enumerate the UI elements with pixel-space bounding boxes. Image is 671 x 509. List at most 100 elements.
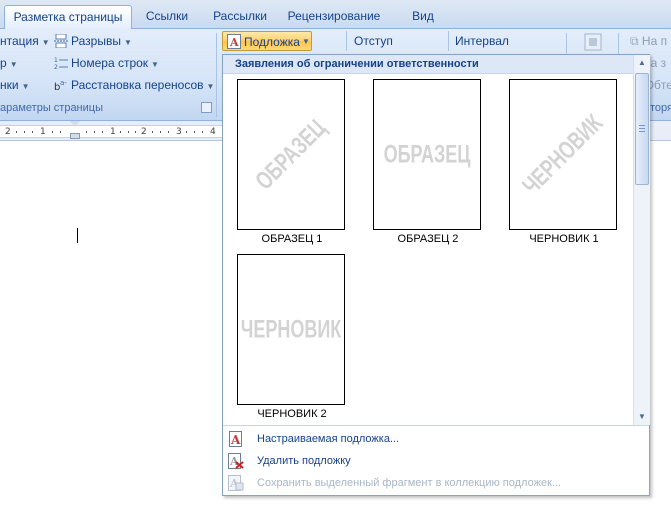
columns-button[interactable]: нки ▼: [0, 76, 30, 94]
ruler-tick: [186, 131, 187, 133]
page-thumbnail: ЧЕРНОВИК: [509, 79, 617, 230]
hyphenation-button[interactable]: b a- Расстановка переносов ▼: [54, 76, 214, 94]
bring-forward-button[interactable]: ⧉ На п: [630, 32, 667, 50]
menu-separator: [223, 425, 649, 426]
scroll-up-icon[interactable]: ▲: [634, 55, 650, 71]
watermark-text: ЧЕРНОВИК: [517, 108, 609, 200]
breaks-button[interactable]: Разрывы ▼: [54, 32, 132, 50]
ruler-tick: [52, 131, 53, 133]
page-thumbnail: ОБРАЗЕЦ: [373, 79, 481, 230]
gallery-scrollbar[interactable]: ▲ ▼: [633, 55, 650, 425]
line-numbers-label: Номера строк: [71, 56, 149, 70]
watermark-button-label: Подложка: [244, 35, 300, 49]
chevron-down-icon: ▼: [123, 38, 132, 47]
left-indent-marker[interactable]: [70, 133, 80, 139]
group-divider: [216, 33, 217, 117]
tab-page-layout[interactable]: Разметка страницы: [4, 5, 132, 29]
save-selection-label: Сохранить выделенный фрагмент в коллекци…: [257, 477, 562, 489]
watermark-gallery-dropdown: Заявления об ограничении ответственности…: [222, 54, 650, 496]
chevron-down-icon: ▼: [41, 38, 50, 47]
tab-mailings[interactable]: Рассылки: [206, 5, 274, 28]
ruler-tick: [94, 131, 95, 133]
line-numbers-button[interactable]: 1 2 Номера строк ▼: [54, 54, 159, 72]
watermark-option-label: ОБРАЗЕЦ 1: [261, 233, 323, 245]
indent-label: Отступ: [354, 34, 393, 48]
svg-text:a-: a-: [60, 79, 67, 87]
gallery-header: Заявления об ограничении ответственности: [223, 55, 633, 74]
chevron-down-icon: ▼: [9, 60, 18, 69]
ruler-tick: [16, 131, 17, 133]
group-divider: [346, 31, 347, 51]
svg-text:A: A: [229, 36, 239, 49]
page-setup-group-label: араметры страницы: [0, 102, 103, 114]
size-button[interactable]: р ▼: [0, 54, 18, 72]
grip-line: [639, 131, 645, 132]
ruler-tick: [194, 131, 195, 133]
arrange-group-label: торя: [650, 102, 671, 114]
watermark-text: ОБРАЗЕЦ: [250, 113, 332, 195]
watermark-icon: A: [227, 34, 241, 49]
watermark-option-label: ОБРАЗЕЦ 2: [397, 233, 459, 245]
ruler-number: 2: [141, 127, 147, 137]
ruler-track: 2 1 1 2 3 4: [0, 125, 222, 138]
custom-watermark-item[interactable]: A Настраиваемая подложка...: [223, 428, 649, 450]
spacing-label: Интервал: [455, 34, 509, 48]
scroll-down-icon[interactable]: ▼: [634, 409, 650, 425]
ruler-number: 3: [176, 127, 182, 137]
ruler-number: 1: [40, 127, 46, 137]
custom-watermark-icon: A: [229, 431, 242, 447]
ruler-tick: [168, 131, 169, 133]
save-to-gallery-icon: A: [228, 475, 244, 491]
size-label: р: [0, 56, 7, 70]
custom-watermark-label: Настраиваемая подложка...: [257, 433, 400, 445]
picture-position-icon[interactable]: [584, 33, 602, 51]
remove-watermark-icon: A: [228, 453, 244, 469]
svg-text:2: 2: [54, 64, 58, 70]
save-selection-item[interactable]: A Сохранить выделенный фрагмент в коллек…: [223, 472, 649, 494]
watermark-text: ЧЕРНОВИК: [240, 315, 342, 343]
first-line-indent-marker[interactable]: [70, 121, 80, 127]
chevron-down-icon: ▼: [302, 37, 310, 46]
columns-label: нки: [0, 78, 19, 92]
ruler-tick: [86, 131, 87, 133]
ruler-number: 2: [5, 127, 11, 137]
tab-review[interactable]: Рецензирование: [282, 5, 386, 28]
ruler-tick: [60, 131, 61, 133]
ruler-number: 4: [210, 127, 216, 137]
ruler-tick: [120, 131, 121, 133]
chevron-down-icon: ▼: [21, 82, 30, 91]
tab-references[interactable]: Ссылки: [136, 5, 198, 28]
horizontal-ruler[interactable]: 2 1 1 2 3 4: [0, 121, 222, 141]
ruler-tick: [135, 131, 136, 133]
chevron-down-icon: ▼: [151, 60, 159, 69]
ruler-tick: [160, 131, 161, 133]
watermark-option-label: ЧЕРНОВИК 1: [529, 233, 599, 245]
svg-text:1: 1: [54, 57, 58, 64]
orientation-label: нтация: [0, 34, 39, 48]
hyphenation-icon: b a-: [54, 79, 67, 92]
bring-forward-label: На п: [641, 34, 668, 48]
orientation-button[interactable]: нтация ▼: [0, 32, 50, 50]
ruler-right-end: [648, 121, 671, 141]
grip-line: [639, 125, 645, 126]
tab-view[interactable]: Вид: [400, 5, 446, 28]
dialog-launcher-icon[interactable]: [201, 102, 212, 113]
chevron-down-icon: ▼: [206, 82, 215, 91]
watermark-button[interactable]: A Подложка ▼: [222, 31, 312, 51]
watermark-option-label: ЧЕРНОВИК 2: [257, 408, 327, 420]
page-thumbnail: ЧЕРНОВИК: [237, 254, 345, 405]
group-divider: [448, 31, 449, 51]
ruler-tick: [128, 131, 129, 133]
grip-line: [639, 128, 645, 129]
text-cursor: [77, 228, 78, 243]
page-thumbnail: ОБРАЗЕЦ: [237, 79, 345, 230]
ruler-tick: [24, 131, 25, 133]
ruler-tick: [152, 131, 153, 133]
remove-watermark-item[interactable]: A Удалить подложку: [223, 450, 649, 472]
page-breaks-icon: [54, 34, 68, 48]
ruler-tick: [32, 131, 33, 133]
hyphenation-label: Расстановка переносов: [71, 78, 204, 92]
scrollbar-thumb[interactable]: [635, 73, 649, 185]
ruler-tick: [102, 131, 103, 133]
watermark-text: ОБРАЗЕЦ: [383, 140, 471, 168]
